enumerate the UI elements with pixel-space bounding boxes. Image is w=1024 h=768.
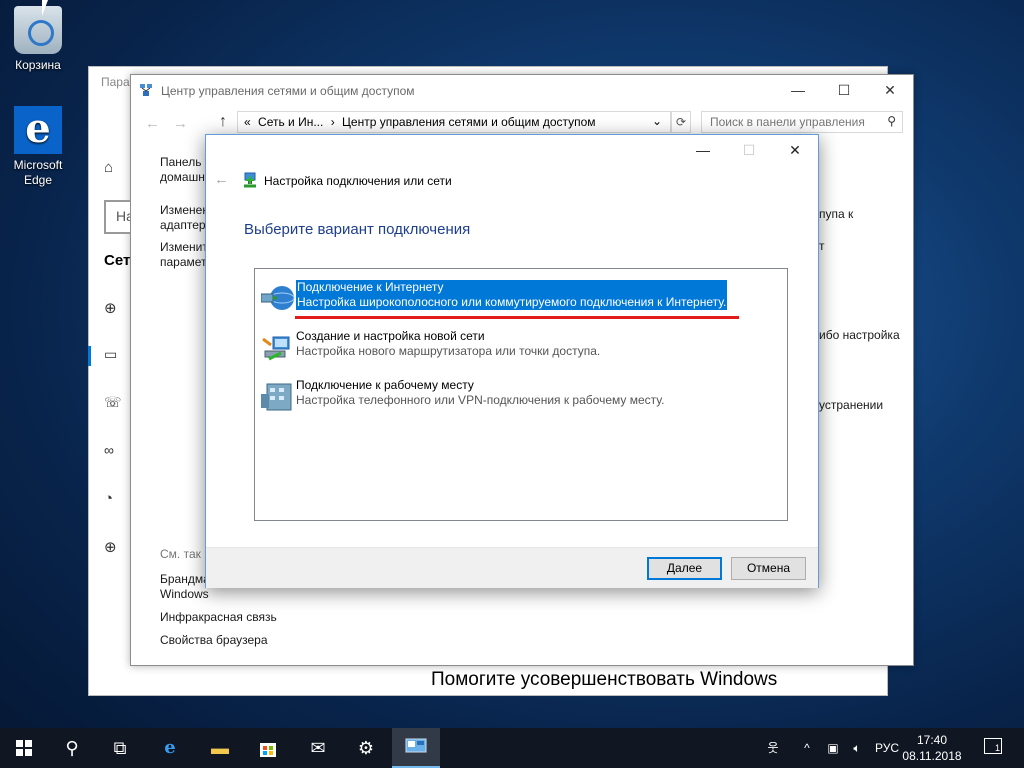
breadcrumb-separator[interactable]: › xyxy=(331,115,335,129)
home-icon[interactable]: ⌂ xyxy=(104,159,113,176)
edge-icon: e xyxy=(14,106,62,154)
red-underline-annotation xyxy=(295,316,739,319)
see-also-label: См. так xyxy=(160,547,201,561)
minimize-button[interactable]: — xyxy=(775,75,821,105)
control-panel-home-link[interactable]: Панель у xyxy=(160,155,211,170)
chevron-down-icon[interactable]: ⌄ xyxy=(652,114,662,128)
edge-label: Microsoft Edge xyxy=(13,158,63,187)
vpn-icon[interactable]: ∞ xyxy=(104,442,114,458)
recycle-bin-shortcut[interactable]: Корзина xyxy=(0,6,76,72)
right-link-fragment-1[interactable]: пупа к xyxy=(819,207,853,221)
office-building-icon xyxy=(261,383,292,411)
connection-wizard-dialog: — ☐ ✕ ← Настройка подключения или сети В… xyxy=(205,134,819,588)
clock-date: 08.11.2018 xyxy=(902,749,962,763)
right-link-fragment-3[interactable]: ибо настройка xyxy=(819,328,900,342)
forward-arrow-icon[interactable]: → xyxy=(173,115,188,132)
recycle-bin-label: Корзина xyxy=(15,58,61,72)
taskbar: ⚲ ⧉ e ▬ ✉ ⚙ 웃 ^ ▣ 🔈︎ РУС 17:40 08.11.201… xyxy=(0,728,1024,768)
firewall-link-2[interactable]: Windows xyxy=(160,587,209,602)
proxy-icon[interactable]: ⊕ xyxy=(104,538,117,556)
next-button[interactable]: Далее xyxy=(647,557,722,580)
mail-icon[interactable]: ✉ xyxy=(294,728,342,768)
people-icon[interactable]: 웃 xyxy=(760,728,786,768)
settings-gear-icon[interactable]: ⚙ xyxy=(342,728,390,768)
ethernet-icon[interactable]: ▭ xyxy=(104,346,117,363)
network-tray-icon[interactable]: ▣ xyxy=(822,728,844,768)
option-workplace[interactable]: Подключение к рабочему месту Настройка т… xyxy=(259,378,779,418)
breadcrumb-overflow[interactable]: « xyxy=(244,115,251,129)
breadcrumb-network-center[interactable]: Центр управления сетями и общим доступом xyxy=(342,115,596,129)
edge-shortcut[interactable]: e Microsoft Edge xyxy=(0,106,76,188)
firewall-link[interactable]: Брандма xyxy=(160,572,210,587)
wizard-maximize-button: ☐ xyxy=(742,142,756,158)
address-bar[interactable]: « Сеть и Ин... › Центр управления сетями… xyxy=(237,111,671,133)
file-explorer-icon[interactable]: ▬ xyxy=(196,728,244,768)
language-indicator[interactable]: РУС xyxy=(870,728,904,768)
cancel-button[interactable]: Отмена xyxy=(731,557,806,580)
dialup-icon[interactable]: ☏ xyxy=(104,394,122,411)
store-icon[interactable] xyxy=(244,728,292,768)
data-usage-icon[interactable]: ◔ xyxy=(104,490,113,507)
up-arrow-icon[interactable]: ↑ xyxy=(219,113,227,131)
refresh-icon[interactable]: ⟳ xyxy=(671,111,691,133)
back-arrow-icon[interactable]: ← xyxy=(145,115,160,132)
connection-options-list: Подключение к Интернету Настройка широко… xyxy=(254,268,788,521)
improve-windows-banner[interactable]: Помогите усовершенствовать Windows xyxy=(409,665,889,697)
change-adapter-link[interactable]: Изменен xyxy=(160,203,209,218)
right-link-fragment-4[interactable]: устранении xyxy=(819,398,883,412)
breadcrumb-network-internet[interactable]: Сеть и Ин... xyxy=(258,115,323,129)
network-window-title: Центр управления сетями и общим доступом xyxy=(161,84,415,98)
right-link-fragment-2[interactable]: т xyxy=(819,239,825,253)
option-internet-connection[interactable]: Подключение к Интернету Настройка широко… xyxy=(259,280,779,320)
volume-icon[interactable]: 🔈︎ xyxy=(846,728,868,768)
wizard-minimize-button[interactable]: — xyxy=(680,135,726,165)
browser-properties-link[interactable]: Свойства браузера xyxy=(160,633,268,648)
notification-center-icon[interactable]: 1 xyxy=(984,738,1002,754)
task-view-icon[interactable]: ⧉ xyxy=(96,728,144,768)
clock-time: 17:40 xyxy=(916,733,948,747)
edge-taskbar-icon[interactable]: e xyxy=(146,728,194,768)
search-icon[interactable]: ⚲ xyxy=(887,114,896,128)
tray-overflow-icon[interactable]: ^ xyxy=(796,728,818,768)
option-new-network[interactable]: Создание и настройка новой сети Настройк… xyxy=(259,329,779,369)
wizard-back-arrow-icon[interactable]: ← xyxy=(214,171,229,188)
recycle-bin-icon xyxy=(14,6,62,54)
wizard-heading: Выберите вариант подключения xyxy=(244,221,471,238)
windows-start-icon[interactable] xyxy=(0,728,48,768)
wizard-close-button[interactable]: ✕ xyxy=(772,135,818,165)
option-internet-desc: Настройка широкополосного или коммутируе… xyxy=(297,295,727,309)
wizard-network-icon xyxy=(244,172,256,188)
wizard-title: Настройка подключения или сети xyxy=(264,174,452,188)
search-icon[interactable]: ⚲ xyxy=(48,728,96,768)
control-panel-search[interactable]: Поиск в панели управления ⚲ xyxy=(701,111,903,133)
option-new-network-desc: Настройка нового маршрутизатора или точк… xyxy=(296,344,601,358)
globe-network-icon xyxy=(261,286,295,310)
network-center-icon xyxy=(140,84,152,96)
option-workplace-name: Подключение к рабочему месту xyxy=(296,378,474,392)
control-panel-home-link-2[interactable]: домашн xyxy=(160,170,205,185)
mouse-cursor-icon xyxy=(42,0,54,16)
settings-category-title: Сеть xyxy=(104,252,130,269)
router-icon xyxy=(262,336,290,361)
change-sharing-link-2[interactable]: парамет xyxy=(160,255,207,270)
search-placeholder: Поиск в панели управления xyxy=(710,115,865,129)
active-nav-indicator xyxy=(88,346,91,366)
option-new-network-name: Создание и настройка новой сети xyxy=(296,329,485,343)
option-workplace-desc: Настройка телефонного или VPN-подключени… xyxy=(296,393,665,407)
change-sharing-link[interactable]: Изменит xyxy=(160,240,208,255)
infrared-link[interactable]: Инфракрасная связь xyxy=(160,610,277,625)
globe-icon[interactable]: ⊕ xyxy=(104,299,117,317)
control-panel-taskbar-icon[interactable] xyxy=(392,728,440,768)
close-button[interactable]: ✕ xyxy=(867,75,913,105)
clock[interactable]: 17:40 08.11.2018 xyxy=(902,732,962,764)
address-row: ← → ↑ « Сеть и Ин... › Центр управления … xyxy=(131,109,913,137)
option-internet-name: Подключение к Интернету xyxy=(297,280,444,294)
settings-search-input[interactable]: На xyxy=(104,200,130,234)
wizard-footer: Далее Отмена xyxy=(206,547,818,588)
maximize-button[interactable]: ☐ xyxy=(821,75,867,105)
network-titlebar[interactable]: Центр управления сетями и общим доступом… xyxy=(131,75,913,105)
